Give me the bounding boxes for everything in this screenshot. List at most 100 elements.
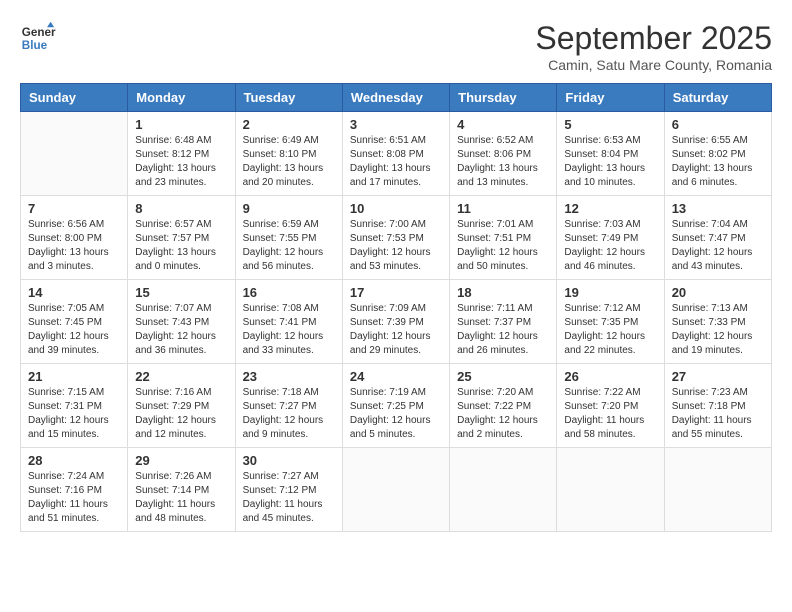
day-info: Sunrise: 6:49 AM Sunset: 8:10 PM Dayligh…	[243, 134, 335, 190]
day-info: Sunrise: 7:22 AM Sunset: 7:20 PM Dayligh…	[564, 386, 656, 442]
day-cell: 15 Sunrise: 7:07 AM Sunset: 7:43 PM Dayli…	[128, 280, 235, 364]
month-title: September 2025	[535, 20, 772, 57]
day-number: 1	[135, 117, 227, 132]
weekday-header-saturday: Saturday	[664, 84, 771, 112]
day-info: Sunrise: 7:05 AM Sunset: 7:45 PM Dayligh…	[28, 302, 120, 358]
day-cell: 27Sunrise: 7:23 AM Sunset: 7:18 PM Dayli…	[664, 364, 771, 448]
day-number: 22	[135, 369, 227, 384]
day-info: Sunrise: 7:26 AM Sunset: 7:14 PM Dayligh…	[135, 470, 227, 526]
day-number: 18	[457, 285, 549, 300]
day-cell: 5Sunrise: 6:53 AM Sunset: 8:04 PM Daylig…	[557, 112, 664, 196]
day-number: 26	[564, 369, 656, 384]
calendar: SundayMondayTuesdayWednesdayThursdayFrid…	[20, 83, 772, 532]
day-number: 4	[457, 117, 549, 132]
day-number: 13	[672, 201, 764, 216]
day-info: Sunrise: 6:51 AM Sunset: 8:08 PM Dayligh…	[350, 134, 442, 190]
day-info: Sunrise: 6:52 AM Sunset: 8:06 PM Dayligh…	[457, 134, 549, 190]
day-number: 29	[135, 453, 227, 468]
weekday-header-thursday: Thursday	[450, 84, 557, 112]
weekday-header-sunday: Sunday	[21, 84, 128, 112]
week-row-2: 14 Sunrise: 7:05 AM Sunset: 7:45 PM Dayli…	[21, 280, 772, 364]
day-info: Sunrise: 7:15 AM Sunset: 7:31 PM Dayligh…	[28, 386, 120, 442]
day-info: Sunrise: 6:59 AM Sunset: 7:55 PM Dayligh…	[243, 218, 335, 274]
day-cell: 19 Sunrise: 7:12 AM Sunset: 7:35 PM Dayli…	[557, 280, 664, 364]
day-number: 14	[28, 285, 120, 300]
day-number: 7	[28, 201, 120, 216]
day-number: 11	[457, 201, 549, 216]
day-cell: 22Sunrise: 7:16 AM Sunset: 7:29 PM Dayli…	[128, 364, 235, 448]
day-cell: 26 Sunrise: 7:22 AM Sunset: 7:20 PM Dayli…	[557, 364, 664, 448]
day-number: 19	[564, 285, 656, 300]
day-cell: 8 Sunrise: 6:57 AM Sunset: 7:57 PM Daylig…	[128, 196, 235, 280]
calendar-header: SundayMondayTuesdayWednesdayThursdayFrid…	[21, 84, 772, 112]
day-cell: 12 Sunrise: 7:03 AM Sunset: 7:49 PM Dayli…	[557, 196, 664, 280]
weekday-header-wednesday: Wednesday	[342, 84, 449, 112]
day-info: Sunrise: 7:13 AM Sunset: 7:33 PM Dayligh…	[672, 302, 764, 358]
day-info: Sunrise: 7:18 AM Sunset: 7:27 PM Dayligh…	[243, 386, 335, 442]
location: Camin, Satu Mare County, Romania	[535, 57, 772, 73]
week-row-4: 28 Sunrise: 7:24 AM Sunset: 7:16 PM Dayli…	[21, 448, 772, 532]
day-cell: 16 Sunrise: 7:08 AM Sunset: 7:41 PM Dayli…	[235, 280, 342, 364]
day-cell	[450, 448, 557, 532]
day-info: Sunrise: 7:04 AM Sunset: 7:47 PM Dayligh…	[672, 218, 764, 274]
day-number: 21	[28, 369, 120, 384]
day-info: Sunrise: 6:57 AM Sunset: 7:57 PM Dayligh…	[135, 218, 227, 274]
day-number: 16	[243, 285, 335, 300]
day-cell: 14 Sunrise: 7:05 AM Sunset: 7:45 PM Dayli…	[21, 280, 128, 364]
day-cell: 11 Sunrise: 7:01 AM Sunset: 7:51 PM Dayli…	[450, 196, 557, 280]
day-info: Sunrise: 6:55 AM Sunset: 8:02 PM Dayligh…	[672, 134, 764, 190]
day-cell: 30 Sunrise: 7:27 AM Sunset: 7:12 PM Dayli…	[235, 448, 342, 532]
day-number: 23	[243, 369, 335, 384]
day-cell: 13 Sunrise: 7:04 AM Sunset: 7:47 PM Dayli…	[664, 196, 771, 280]
day-cell: 10Sunrise: 7:00 AM Sunset: 7:53 PM Dayli…	[342, 196, 449, 280]
logo-icon: General Blue	[20, 20, 56, 56]
day-info: Sunrise: 7:20 AM Sunset: 7:22 PM Dayligh…	[457, 386, 549, 442]
week-row-3: 21 Sunrise: 7:15 AM Sunset: 7:31 PM Dayli…	[21, 364, 772, 448]
day-cell: 1 Sunrise: 6:48 AM Sunset: 8:12 PM Daylig…	[128, 112, 235, 196]
day-info: Sunrise: 7:27 AM Sunset: 7:12 PM Dayligh…	[243, 470, 335, 526]
day-number: 8	[135, 201, 227, 216]
day-info: Sunrise: 7:12 AM Sunset: 7:35 PM Dayligh…	[564, 302, 656, 358]
day-info: Sunrise: 7:08 AM Sunset: 7:41 PM Dayligh…	[243, 302, 335, 358]
day-number: 15	[135, 285, 227, 300]
day-info: Sunrise: 7:07 AM Sunset: 7:43 PM Dayligh…	[135, 302, 227, 358]
day-number: 9	[243, 201, 335, 216]
day-number: 17	[350, 285, 442, 300]
day-info: Sunrise: 7:00 AM Sunset: 7:53 PM Dayligh…	[350, 218, 442, 274]
day-number: 2	[243, 117, 335, 132]
day-cell: 18 Sunrise: 7:11 AM Sunset: 7:37 PM Dayli…	[450, 280, 557, 364]
day-cell: 28 Sunrise: 7:24 AM Sunset: 7:16 PM Dayli…	[21, 448, 128, 532]
day-cell	[342, 448, 449, 532]
weekday-header-friday: Friday	[557, 84, 664, 112]
day-number: 5	[564, 117, 656, 132]
day-info: Sunrise: 7:23 AM Sunset: 7:18 PM Dayligh…	[672, 386, 764, 442]
day-number: 28	[28, 453, 120, 468]
day-cell: 7 Sunrise: 6:56 AM Sunset: 8:00 PM Daylig…	[21, 196, 128, 280]
day-info: Sunrise: 7:03 AM Sunset: 7:49 PM Dayligh…	[564, 218, 656, 274]
day-info: Sunrise: 6:48 AM Sunset: 8:12 PM Dayligh…	[135, 134, 227, 190]
day-cell: 3 Sunrise: 6:51 AM Sunset: 8:08 PM Daylig…	[342, 112, 449, 196]
day-number: 6	[672, 117, 764, 132]
day-cell: 17 Sunrise: 7:09 AM Sunset: 7:39 PM Dayli…	[342, 280, 449, 364]
day-cell	[664, 448, 771, 532]
day-cell: 20Sunrise: 7:13 AM Sunset: 7:33 PM Dayli…	[664, 280, 771, 364]
day-cell: 4 Sunrise: 6:52 AM Sunset: 8:06 PM Daylig…	[450, 112, 557, 196]
day-number: 3	[350, 117, 442, 132]
day-number: 12	[564, 201, 656, 216]
day-number: 25	[457, 369, 549, 384]
day-info: Sunrise: 7:24 AM Sunset: 7:16 PM Dayligh…	[28, 470, 120, 526]
weekday-header-monday: Monday	[128, 84, 235, 112]
day-cell: 25 Sunrise: 7:20 AM Sunset: 7:22 PM Dayli…	[450, 364, 557, 448]
day-info: Sunrise: 7:09 AM Sunset: 7:39 PM Dayligh…	[350, 302, 442, 358]
day-info: Sunrise: 6:56 AM Sunset: 8:00 PM Dayligh…	[28, 218, 120, 274]
day-info: Sunrise: 7:19 AM Sunset: 7:25 PM Dayligh…	[350, 386, 442, 442]
day-cell: 2 Sunrise: 6:49 AM Sunset: 8:10 PM Daylig…	[235, 112, 342, 196]
day-number: 24	[350, 369, 442, 384]
day-cell: 23 Sunrise: 7:18 AM Sunset: 7:27 PM Dayli…	[235, 364, 342, 448]
day-info: Sunrise: 7:11 AM Sunset: 7:37 PM Dayligh…	[457, 302, 549, 358]
day-cell: 21 Sunrise: 7:15 AM Sunset: 7:31 PM Dayli…	[21, 364, 128, 448]
calendar-body: 1 Sunrise: 6:48 AM Sunset: 8:12 PM Daylig…	[21, 112, 772, 532]
day-info: Sunrise: 7:01 AM Sunset: 7:51 PM Dayligh…	[457, 218, 549, 274]
header: General Blue September 2025 Camin, Satu …	[20, 20, 772, 73]
day-number: 30	[243, 453, 335, 468]
